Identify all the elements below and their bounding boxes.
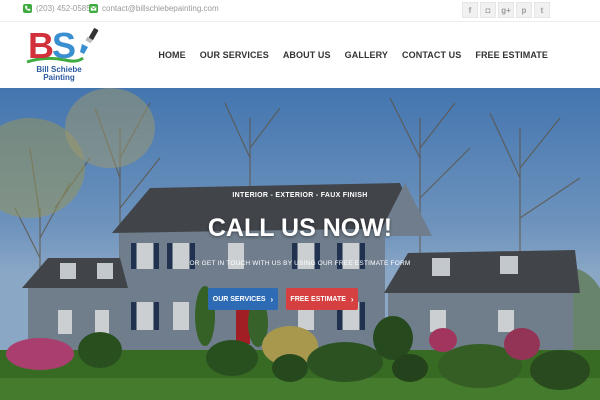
chevron-right-icon: › <box>350 294 354 304</box>
google-plus-icon[interactable]: g+ <box>498 2 514 18</box>
nav-our-services[interactable]: OUR SERVICES <box>200 50 269 60</box>
hero-headline: CALL US NOW! <box>207 214 393 242</box>
our-services-label: OUR SERVICES <box>212 295 266 303</box>
hero-banner: INTERIOR - EXTERIOR - FAUX FINISH CALL U… <box>0 88 600 400</box>
email-contact[interactable]: contact@billschiebepainting.com <box>89 4 219 13</box>
social-links: f ◘ g+ p t <box>462 2 550 18</box>
top-bar: (203) 452-0585 contact@billschiebepainti… <box>0 0 600 22</box>
hero-eyebrow: INTERIOR - EXTERIOR - FAUX FINISH <box>232 192 368 199</box>
hero-subline: OR GET IN TOUCH WITH US BY USING OUR FRE… <box>189 260 411 267</box>
envelope-icon <box>89 4 98 13</box>
email-address[interactable]: contact@billschiebepainting.com <box>102 4 219 13</box>
phone-contact[interactable]: (203) 452-0585 <box>23 4 91 13</box>
facebook-icon[interactable]: f <box>462 2 478 18</box>
instagram-icon[interactable]: ◘ <box>480 2 496 18</box>
site-header: BS Bill Schiebe Painting HOME OUR SERVIC… <box>0 22 600 88</box>
free-estimate-label: FREE ESTIMATE <box>290 295 346 303</box>
phone-number[interactable]: (203) 452-0585 <box>36 4 91 13</box>
phone-icon <box>23 4 32 13</box>
logo-letters: BS <box>28 25 76 66</box>
pinterest-icon[interactable]: p <box>516 2 532 18</box>
our-services-button[interactable]: OUR SERVICES › <box>208 288 278 310</box>
nav-home[interactable]: HOME <box>158 50 185 60</box>
paintbrush-icon <box>80 28 99 54</box>
page: (203) 452-0585 contact@billschiebepainti… <box>0 0 600 400</box>
nav-free-estimate[interactable]: FREE ESTIMATE <box>475 50 548 60</box>
main-nav: HOME OUR SERVICES ABOUT US GALLERY CONTA… <box>144 22 548 88</box>
logo[interactable]: BS Bill Schiebe Painting <box>25 26 105 86</box>
twitter-icon[interactable]: t <box>534 2 550 18</box>
chevron-right-icon: › <box>270 294 274 304</box>
nav-about-us[interactable]: ABOUT US <box>283 50 331 60</box>
nav-contact-us[interactable]: CONTACT US <box>402 50 461 60</box>
hero-overlay <box>0 88 600 400</box>
nav-gallery[interactable]: GALLERY <box>345 50 388 60</box>
free-estimate-button[interactable]: FREE ESTIMATE › <box>286 288 358 310</box>
logo-name: Bill Schiebe Painting <box>36 65 82 82</box>
